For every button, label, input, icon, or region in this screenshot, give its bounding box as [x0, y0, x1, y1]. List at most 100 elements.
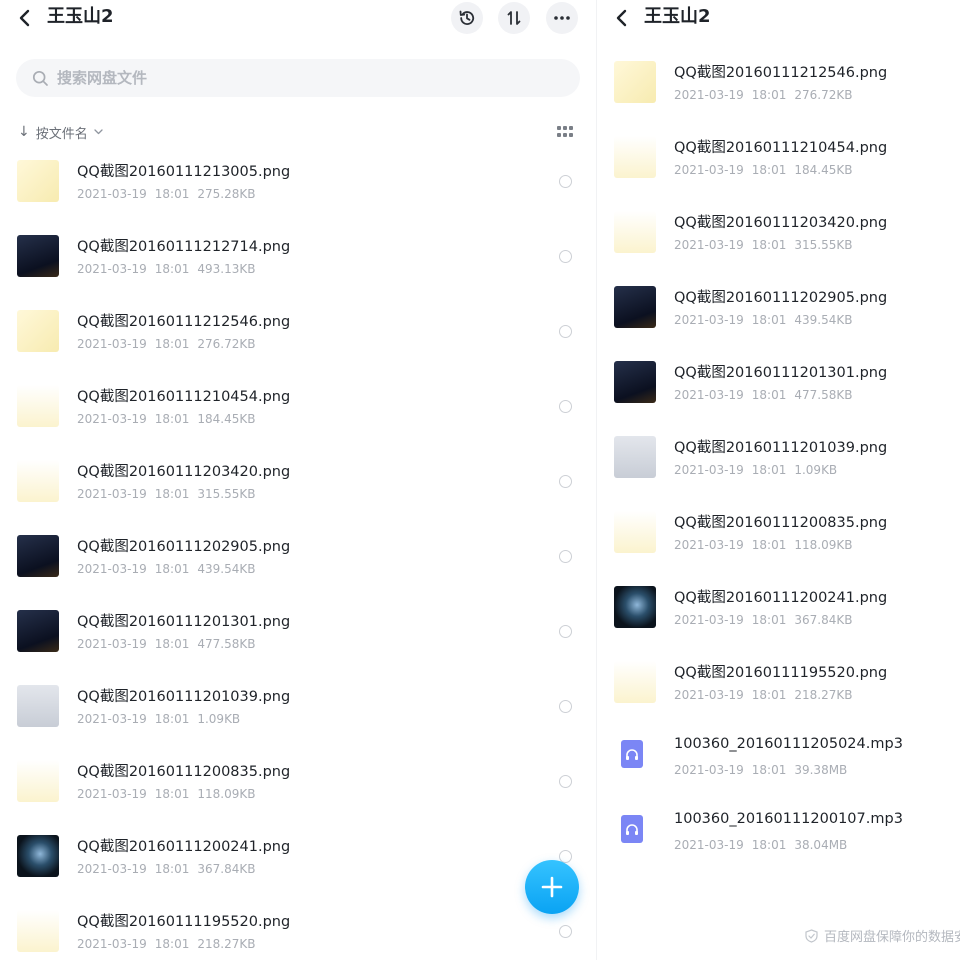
select-checkbox[interactable] — [559, 550, 572, 563]
file-row[interactable]: QQ截图20160111210454.png 2021-03-19 18:01 184… — [0, 370, 596, 445]
file-meta: 2021-03-19 18:01 493.13KB — [77, 262, 263, 276]
select-checkbox[interactable] — [559, 925, 572, 938]
footer-text: 百度网盘保障你的数据安 — [824, 930, 960, 945]
grid-view-icon[interactable] — [557, 126, 573, 138]
file-date: 2021-03-19 — [77, 862, 147, 876]
select-checkbox[interactable] — [559, 250, 572, 263]
file-list: QQ截图20160111213005.png 2021-03-19 18:01 275… — [0, 145, 596, 960]
sort-direction-icon: ↓ — [18, 124, 30, 140]
select-checkbox[interactable] — [559, 475, 572, 488]
select-checkbox[interactable] — [559, 625, 572, 638]
file-date: 2021-03-19 — [77, 337, 147, 351]
file-thumbnail — [614, 586, 656, 628]
file-time: 18:01 — [154, 412, 190, 426]
file-row[interactable]: QQ截图20160111212546.png 2021-03-19 18:01 276… — [597, 46, 960, 121]
search-bar[interactable] — [16, 59, 580, 97]
file-thumbnail — [614, 436, 656, 478]
file-meta: 2021-03-19 18:01 477.58KB — [77, 637, 263, 651]
chevron-down-icon — [94, 129, 103, 135]
file-name: QQ截图20160111200241.png — [77, 839, 291, 855]
file-row[interactable]: QQ截图20160111200241.png 2021-03-19 18:01 367… — [0, 820, 596, 895]
file-size: 218.27KB — [794, 688, 853, 702]
file-row[interactable]: 100360_20160111200107.mp3 2021-03-19 18:01… — [597, 796, 960, 871]
file-size: 439.54KB — [794, 313, 853, 327]
file-time: 18:01 — [154, 487, 190, 501]
file-meta: 2021-03-19 18:01 315.55KB — [674, 238, 860, 252]
left-panel: 王玉山2 搜索网盘文件 ↓ 按文件名 QQ截图20160111213005.pn… — [0, 0, 596, 960]
file-size: 184.45KB — [794, 163, 853, 177]
select-checkbox[interactable] — [559, 700, 572, 713]
file-thumbnail — [17, 460, 59, 502]
file-date: 2021-03-19 — [674, 763, 744, 777]
footer-watermark: 百度网盘保障你的数据安 — [805, 926, 960, 945]
sort-button[interactable] — [498, 2, 530, 34]
plus-icon — [541, 876, 563, 898]
file-list-scrolled: QQ截图20160111212714.png2021-03-1918:01493… — [597, 0, 960, 871]
file-date: 2021-03-19 — [77, 562, 147, 576]
file-row[interactable]: QQ截图20160111200835.png 2021-03-19 18:01 118… — [597, 496, 960, 571]
right-panel: QQ截图20160111212714.png2021-03-1918:01493… — [596, 0, 960, 960]
file-row[interactable]: QQ截图20160111203420.png 2021-03-19 18:01 315… — [597, 196, 960, 271]
file-meta: 2021-03-19 18:01 38.04MB — [674, 838, 855, 852]
back-button[interactable] — [609, 5, 635, 31]
file-date: 2021-03-19 — [674, 463, 744, 477]
file-time: 18:01 — [154, 862, 190, 876]
file-row[interactable]: QQ截图20160111212714.png 2021-03-19 18:01 493… — [0, 220, 596, 295]
file-name: QQ截图20160111203420.png — [674, 215, 888, 231]
file-date: 2021-03-19 — [674, 613, 744, 627]
history-button[interactable] — [451, 2, 483, 34]
page-title: 王玉山2 — [47, 6, 114, 27]
file-date: 2021-03-19 — [77, 487, 147, 501]
file-row[interactable]: QQ截图20160111201039.png 2021-03-19 18:01 1.0… — [597, 421, 960, 496]
file-size: 367.84KB — [794, 613, 853, 627]
file-row[interactable]: QQ截图20160111202905.png 2021-03-19 18:01 439… — [0, 520, 596, 595]
file-name: QQ截图20160111212714.png — [77, 239, 291, 255]
file-date: 2021-03-19 — [674, 838, 744, 852]
file-time: 18:01 — [751, 763, 787, 777]
file-meta: 2021-03-19 18:01 276.72KB — [77, 337, 263, 351]
header: 王玉山2 — [597, 0, 960, 36]
file-size: 39.38MB — [794, 763, 848, 777]
file-row[interactable]: QQ截图20160111212546.png 2021-03-19 18:01 276… — [0, 295, 596, 370]
file-row[interactable]: 100360_20160111205024.mp3 2021-03-19 18:01… — [597, 721, 960, 796]
file-name: QQ截图20160111200835.png — [674, 515, 888, 531]
more-button[interactable] — [546, 2, 578, 34]
file-size: 493.13KB — [197, 262, 256, 276]
file-meta: 2021-03-19 18:01 367.84KB — [77, 862, 263, 876]
file-row[interactable]: QQ截图20160111201039.png 2021-03-19 18:01 1.0… — [0, 670, 596, 745]
file-row[interactable]: QQ截图20160111213005.png 2021-03-19 18:01 275… — [0, 145, 596, 220]
file-row[interactable]: QQ截图20160111201301.png 2021-03-19 18:01 477… — [597, 346, 960, 421]
shield-icon — [805, 928, 818, 943]
file-time: 18:01 — [154, 712, 190, 726]
file-row[interactable]: QQ截图20160111200835.png 2021-03-19 18:01 118… — [0, 745, 596, 820]
file-row[interactable]: QQ截图20160111195520.png 2021-03-19 18:01 218… — [0, 895, 596, 960]
search-input[interactable] — [57, 69, 537, 87]
file-size: 276.72KB — [794, 88, 853, 102]
file-date: 2021-03-19 — [674, 163, 744, 177]
add-button[interactable] — [525, 860, 579, 914]
file-row[interactable]: QQ截图20160111195520.png 2021-03-19 18:01 218… — [597, 646, 960, 721]
file-meta: 2021-03-19 18:01 315.55KB — [77, 487, 263, 501]
file-row[interactable]: QQ截图20160111210454.png 2021-03-19 18:01 184… — [597, 121, 960, 196]
file-row[interactable]: QQ截图20160111200241.png 2021-03-19 18:01 367… — [597, 571, 960, 646]
sort-selector[interactable]: ↓ 按文件名 — [18, 121, 103, 143]
file-time: 18:01 — [154, 787, 190, 801]
file-thumbnail — [17, 685, 59, 727]
select-checkbox[interactable] — [559, 175, 572, 188]
select-checkbox[interactable] — [559, 325, 572, 338]
select-checkbox[interactable] — [559, 400, 572, 413]
file-size: 275.28KB — [197, 187, 256, 201]
select-checkbox[interactable] — [559, 775, 572, 788]
file-size: 315.55KB — [794, 238, 853, 252]
file-time: 18:01 — [751, 238, 787, 252]
file-name: 100360_20160111205024.mp3 — [674, 736, 903, 752]
file-row[interactable]: QQ截图20160111203420.png 2021-03-19 18:01 315… — [0, 445, 596, 520]
back-button[interactable] — [12, 5, 38, 31]
file-meta: 2021-03-19 18:01 118.09KB — [674, 538, 860, 552]
file-thumbnail — [17, 385, 59, 427]
file-thumbnail — [17, 835, 59, 877]
file-thumbnail — [17, 235, 59, 277]
file-row[interactable]: QQ截图20160111202905.png 2021-03-19 18:01 439… — [597, 271, 960, 346]
file-row[interactable]: QQ截图20160111201301.png 2021-03-19 18:01 477… — [0, 595, 596, 670]
file-date: 2021-03-19 — [77, 787, 147, 801]
